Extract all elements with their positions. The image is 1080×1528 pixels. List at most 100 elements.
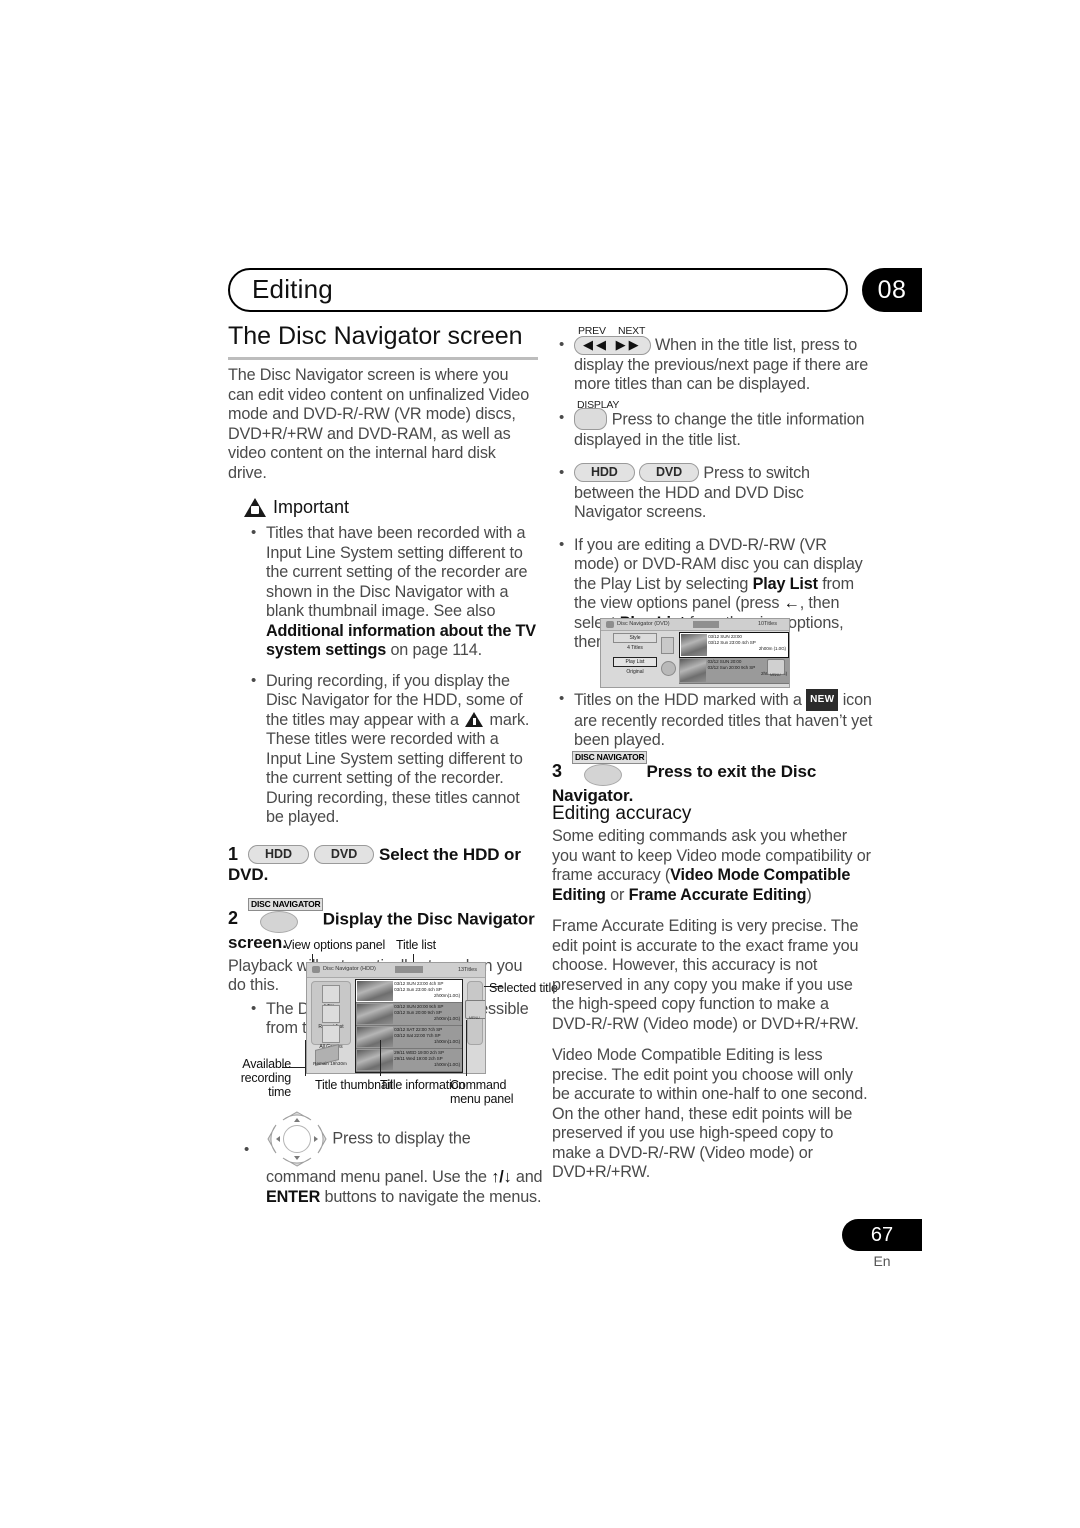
title-information: 29/11 WED 19:00 2ch SP 29/11 Wed 19:00 2… (394, 1050, 460, 1069)
accuracy-paragraph-2: Frame Accurate Editing is very precise. … (552, 917, 859, 1033)
prev-key-caption: PREV (578, 325, 606, 337)
step-number: 1 (228, 843, 239, 864)
dvd-button[interactable]: DVD (639, 463, 699, 483)
list-item: Titles that have been recorded with a In… (244, 523, 538, 661)
dpad-bullet-mid: and (511, 1168, 543, 1186)
list-item: PREV NEXT ◀◀ ▶▶ When in the title list, … (552, 325, 872, 395)
title-information: 03/12 SUN 20:00 9ch SP 03/12 Sun 20:00 9… (394, 1004, 460, 1023)
view-option-label: Style (629, 635, 641, 641)
bullet-text-post: on page 114. (386, 641, 482, 659)
accuracy-bold-2: Frame Accurate Editing (628, 885, 807, 904)
bullet-text: Press to change the title information di… (574, 409, 865, 449)
accuracy-paragraph-3: Video Mode Compatible Editing is less pr… (552, 1046, 868, 1181)
playlist-disc-icon (661, 661, 676, 676)
dvd-disc-navigator-figure: Disc Navigator (DVD) 10Titles Style 4 Ti… (600, 618, 790, 688)
title-information: 03/12 SAT 22:00 7ch SP 03/12 Sat 22:00 7… (394, 1027, 460, 1046)
disc-navigator-key-caption: DISC NAVIGATOR (572, 751, 648, 764)
accuracy-paragraph-1: Some editing commands ask you whether yo… (552, 827, 872, 905)
document-page: Editing 08 The Disc Navigator screen The… (0, 0, 1080, 1528)
bullet-text-pre: Titles that have been recorded with a In… (266, 524, 528, 620)
title-duration: 2h00m(1.0G) (434, 1016, 460, 1022)
leader-line (380, 1040, 381, 1076)
screen-titles-count: 13Titles (457, 967, 477, 973)
callout-available-recording-time: Available recording time (240, 1057, 292, 1099)
dpad-icon[interactable] (266, 1110, 328, 1168)
title-list[interactable]: 03/12 SUN 23:00 4ch SP 03/12 Sun 23:00 4… (355, 979, 463, 1073)
style-icon (322, 985, 340, 1003)
disc-navigator-key-oval (260, 910, 298, 933)
page-language: En (873, 1253, 891, 1269)
important-heading: Important (244, 497, 538, 518)
list-item: HDD DVD Press to switch between the HDD … (552, 463, 872, 523)
title-duration: 1h00m(1.0G) (434, 1062, 460, 1068)
disc-navigator-button[interactable]: DISC NAVIGATOR (572, 751, 648, 786)
title-bar-fill (395, 966, 423, 973)
page-number-badge: 67 (842, 1219, 922, 1251)
sort-icon (322, 1005, 340, 1023)
important-label: Important (273, 497, 350, 517)
title-duration: 2h00m(1.0G) (434, 993, 460, 999)
style-option-box: Style (613, 633, 657, 643)
dpad-bullet-text-post: buttons to navigate the menus. (320, 1187, 542, 1206)
subsection-title: Editing accuracy (552, 803, 692, 824)
step-3: 3 DISC NAVIGATOR Press to exit the Disc N… (552, 751, 892, 806)
title-row[interactable]: 03/12 SUN 20:00 9ch SP 03/12 Sun 20:00 9… (356, 1003, 462, 1026)
title-thumbnail (357, 1027, 394, 1047)
disc-navigator-key-caption: DISC NAVIGATOR (248, 897, 324, 911)
right-bullet-list: PREV NEXT ◀◀ ▶▶ When in the title list, … (552, 325, 872, 653)
hdd-button[interactable]: HDD (248, 844, 310, 864)
disc-icon (312, 966, 320, 973)
chapter-number-badge: 08 (862, 268, 922, 312)
disc-navigator-key-oval (584, 764, 622, 786)
warning-triangle-icon (465, 711, 484, 727)
view-option-label: Play List (625, 659, 645, 665)
bullet-dot: • (244, 1141, 250, 1158)
list-item: During recording, if you display the Dis… (244, 671, 538, 828)
view-option-sublabel: 4 Titles (627, 645, 643, 651)
callout-selected-title: Selected title (489, 981, 558, 995)
screen-window-title: Disc Navigator (HDD) (323, 966, 376, 972)
display-button[interactable] (574, 407, 608, 430)
section-title: The Disc Navigator screen (228, 322, 538, 360)
title-row[interactable]: 29/11 WED 19:00 2ch SP 29/11 Wed 19:00 2… (356, 1049, 462, 1072)
dvd-button[interactable]: DVD (313, 844, 375, 864)
hdd-button[interactable]: HDD (574, 463, 635, 483)
view-option-style[interactable]: Style 4 Titles (613, 633, 657, 651)
callout-command-menu-panel: Command menu panel (450, 1078, 514, 1106)
available-recording-time: Remain 19h30m (313, 1061, 347, 1066)
title-duration: 2h00m (1.0G) (758, 646, 786, 652)
step-1: 1 HDD DVD Select the HDD or DVD. (228, 844, 538, 885)
callout-view-options-panel: View options panel (284, 938, 386, 952)
title-bar-fill (693, 621, 719, 628)
step-number: 3 (552, 761, 563, 782)
list-item: DISPLAY Press to change the title inform… (552, 399, 872, 451)
command-menu-label: MENU (469, 1016, 480, 1020)
dpad-bullet: • Press to display the command menu pane… (244, 1110, 544, 1207)
new-badge-icon: NEW (806, 689, 839, 711)
view-options-panel[interactable]: 4 Titles Recent first All Genres (311, 981, 351, 1050)
genre-icon (322, 1025, 340, 1043)
enter-key-label: ENTER (266, 1187, 321, 1206)
left-arrow-icon: ← (783, 594, 800, 613)
disc-navigator-button[interactable]: DISC NAVIGATOR (248, 897, 324, 933)
new-icon-bullet: • Titles on the HDD marked with a NEW ic… (552, 689, 882, 751)
next-key-caption: NEXT (618, 325, 646, 337)
title-information: 03/12 SUN 23:00 4ch SP 03/12 Sun 23:00 4… (394, 981, 460, 1000)
playlist-option-box: Play List (613, 657, 657, 667)
new-bullet-pre: Titles on the HDD marked with a (574, 691, 807, 710)
title-thumbnail (681, 634, 707, 656)
chapter-title: Editing (252, 274, 333, 304)
accuracy-p1-post: ) (806, 885, 812, 904)
command-menu-panel[interactable]: MENU (465, 981, 485, 1045)
screen-titles-count: 10Titles (757, 621, 777, 627)
tv-screen-hdd: Disc Navigator (HDD) 13Titles 4 Titles R… (306, 962, 486, 1074)
title-row[interactable]: 03/12 SUN 23:00 03/12 Sun 23:00 4ch SP 2… (679, 632, 789, 658)
title-duration: 1h00m(1.0G) (434, 1039, 460, 1045)
view-option-playlist[interactable]: Play List Original (613, 657, 657, 675)
title-row[interactable]: 03/12 SAT 22:00 7ch SP 03/12 Sat 22:00 7… (356, 1026, 462, 1049)
right-column: PREV NEXT ◀◀ ▶▶ When in the title list, … (552, 325, 872, 663)
title-thumbnail (680, 659, 707, 682)
title-row[interactable]: 03/12 SUN 23:00 4ch SP 03/12 Sun 23:00 4… (356, 980, 462, 1003)
dpad-arrows: ↑/↓ (491, 1168, 512, 1186)
bullet-dot: • (559, 690, 565, 707)
